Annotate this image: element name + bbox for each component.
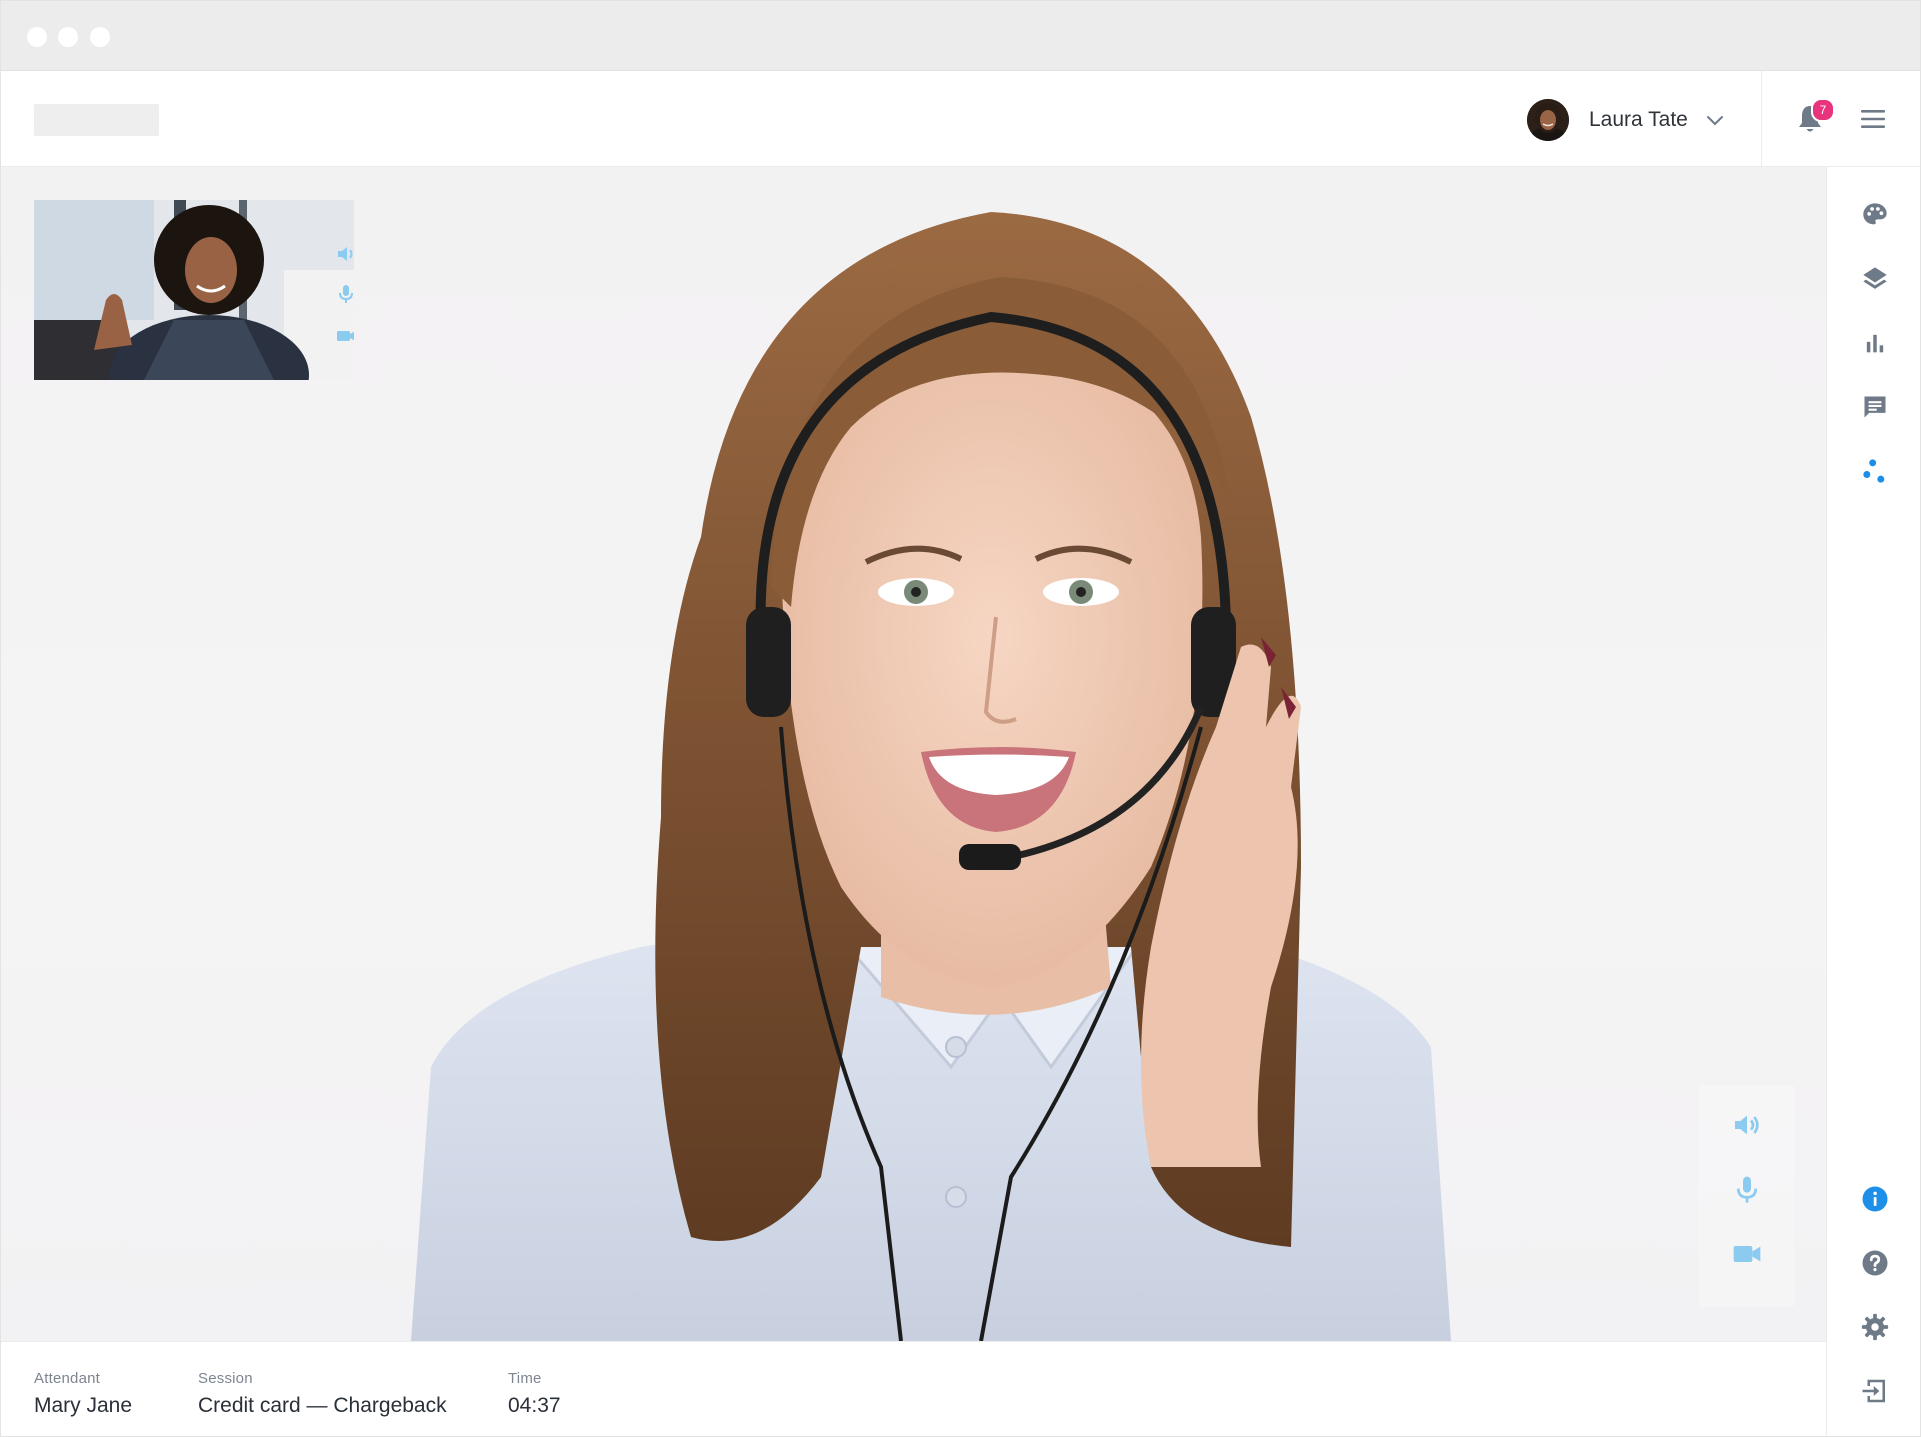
gear-icon <box>1861 1313 1889 1341</box>
hamburger-menu-icon[interactable] <box>1859 107 1887 131</box>
top-header: Laura Tate 7 <box>1 71 1920 167</box>
avatar <box>1527 99 1569 141</box>
window-minimize-dot[interactable] <box>58 27 78 47</box>
palette-icon <box>1863 203 1887 225</box>
header-divider <box>1761 71 1762 167</box>
session-value: Credit card — Chargeback <box>198 1394 447 1417</box>
session-info-bar: Attendant Mary Jane Session Credit card … <box>1 1341 1826 1436</box>
analytics-button[interactable] <box>1859 327 1891 359</box>
info-button[interactable] <box>1859 1183 1891 1215</box>
speaker-icon <box>1735 1115 1759 1135</box>
palette-button[interactable] <box>1859 199 1891 231</box>
window-titlebar <box>1 1 1920 71</box>
help-button[interactable] <box>1859 1247 1891 1279</box>
right-sidebar <box>1826 167 1920 1436</box>
window-maximize-dot[interactable] <box>90 27 110 47</box>
microphone-icon <box>1737 1176 1757 1203</box>
microphone-icon[interactable] <box>334 282 354 306</box>
user-name: Laura Tate <box>1589 108 1688 131</box>
time-value: 04:37 <box>508 1394 561 1417</box>
window-close-dot[interactable] <box>27 27 47 47</box>
logout-icon <box>1862 1379 1885 1403</box>
microphone-button[interactable] <box>1728 1171 1766 1209</box>
user-menu[interactable]: Laura Tate <box>1527 98 1724 142</box>
speaker-button[interactable] <box>1728 1106 1766 1144</box>
settings-button[interactable] <box>1859 1311 1891 1343</box>
info-icon <box>1862 1186 1888 1212</box>
call-controls-panel <box>1699 1085 1795 1307</box>
video-stage <box>1 167 1826 1341</box>
help-icon <box>1862 1250 1888 1276</box>
session-label: Session <box>198 1370 253 1387</box>
app-window: Laura Tate 7 Attendant Mary Jane Session… <box>0 0 1921 1437</box>
chat-button[interactable] <box>1859 391 1891 423</box>
camera-button[interactable] <box>1728 1235 1766 1273</box>
session-field: Session Credit card — Chargeback <box>198 1370 447 1418</box>
notification-badge: 7 <box>1811 98 1835 122</box>
attendant-label: Attendant <box>34 1370 101 1387</box>
logout-button[interactable] <box>1859 1375 1891 1407</box>
connections-button[interactable] <box>1859 455 1891 487</box>
time-field: Time 04:37 <box>508 1370 561 1418</box>
bar-chart-icon <box>1866 334 1884 353</box>
attendant-value: Mary Jane <box>34 1394 133 1417</box>
chevron-down-icon <box>1706 116 1723 126</box>
nodes-icon <box>1863 459 1885 483</box>
time-label: Time <box>508 1370 542 1387</box>
self-view-feed <box>34 200 354 380</box>
self-view-video[interactable] <box>34 200 354 380</box>
speaker-icon[interactable] <box>334 242 354 266</box>
attendant-field: Attendant Mary Jane <box>34 1370 132 1418</box>
layers-button[interactable] <box>1859 263 1891 295</box>
camera-icon <box>1733 1246 1761 1262</box>
logo-placeholder[interactable] <box>34 104 159 136</box>
layers-icon <box>1863 267 1887 289</box>
camera-icon[interactable] <box>334 324 354 348</box>
chat-icon <box>1864 396 1886 418</box>
